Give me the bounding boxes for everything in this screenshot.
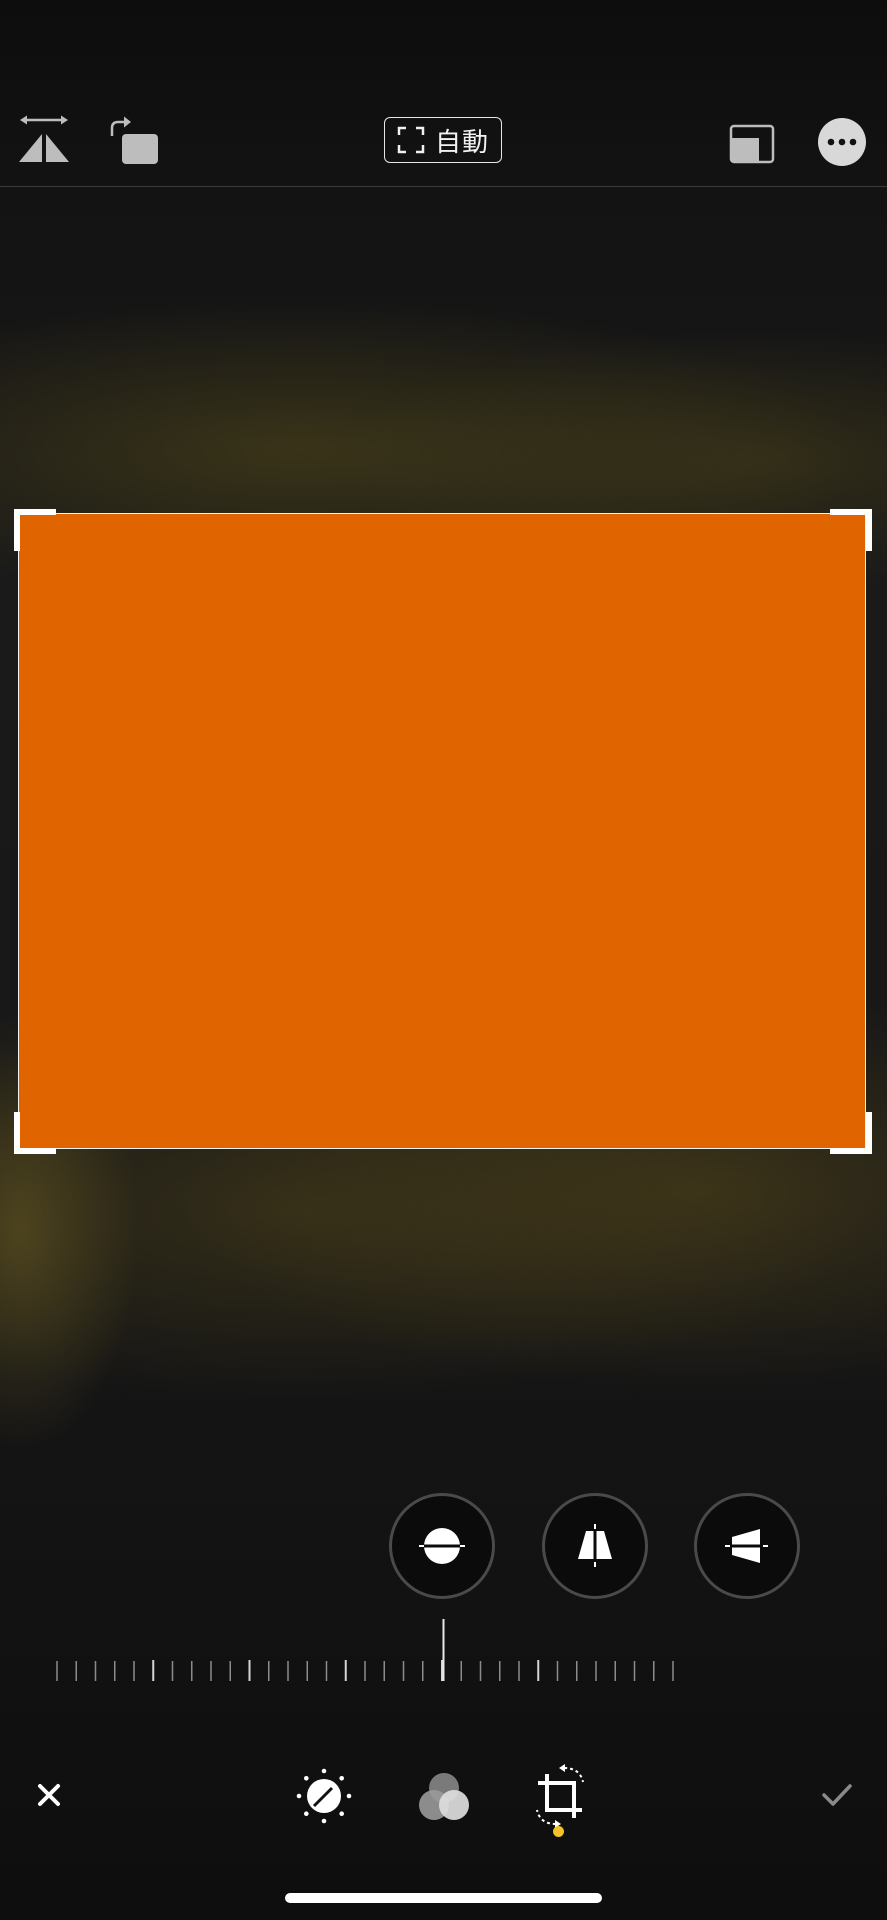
photo-canvas[interactable] — [18, 513, 866, 1149]
auto-straighten-button[interactable]: 自動 — [384, 117, 502, 163]
filters-icon — [419, 1773, 469, 1820]
flip-horizontal-icon — [19, 115, 69, 162]
straighten-button[interactable] — [389, 1493, 495, 1599]
more-button[interactable] — [818, 118, 866, 166]
crop-handle-bottom-right[interactable] — [830, 1112, 872, 1154]
crop-handle-bottom-left[interactable] — [14, 1112, 56, 1154]
tab-adjust[interactable] — [294, 1766, 354, 1826]
auto-label: 自動 — [434, 127, 489, 158]
angle-dial[interactable] — [0, 1615, 887, 1685]
aspect-ratio-button[interactable] — [724, 120, 780, 168]
auto-straighten-icon — [397, 126, 425, 154]
adjust-icon — [296, 1768, 352, 1824]
tab-filters[interactable] — [414, 1768, 474, 1828]
rotate-button[interactable] — [104, 114, 160, 170]
active-tab-indicator — [553, 1826, 564, 1837]
close-icon — [38, 1784, 60, 1806]
crop-rotate-icon — [536, 1764, 584, 1828]
crop-handle-top-right[interactable] — [830, 509, 872, 551]
more-icon — [827, 138, 857, 146]
cancel-button[interactable] — [26, 1772, 72, 1818]
flip-button[interactable] — [16, 114, 72, 170]
home-indicator — [285, 1893, 602, 1903]
crop-handle-top-left[interactable] — [14, 509, 56, 551]
aspect-ratio-icon — [729, 124, 775, 164]
done-button[interactable] — [814, 1772, 860, 1818]
photo-editor-screen: 自動 — [0, 0, 887, 1920]
rotate-icon — [110, 116, 158, 164]
dial-ticks — [56, 1660, 674, 1681]
tab-crop[interactable] — [528, 1764, 592, 1828]
horizontal-perspective-icon — [725, 1529, 768, 1563]
top-toolbar: 自動 — [0, 100, 887, 187]
vertical-perspective-icon — [578, 1524, 612, 1567]
straighten-icon — [419, 1528, 465, 1564]
horizontal-perspective-button[interactable] — [694, 1493, 800, 1599]
vertical-perspective-button[interactable] — [542, 1493, 648, 1599]
checkmark-icon — [822, 1784, 852, 1806]
